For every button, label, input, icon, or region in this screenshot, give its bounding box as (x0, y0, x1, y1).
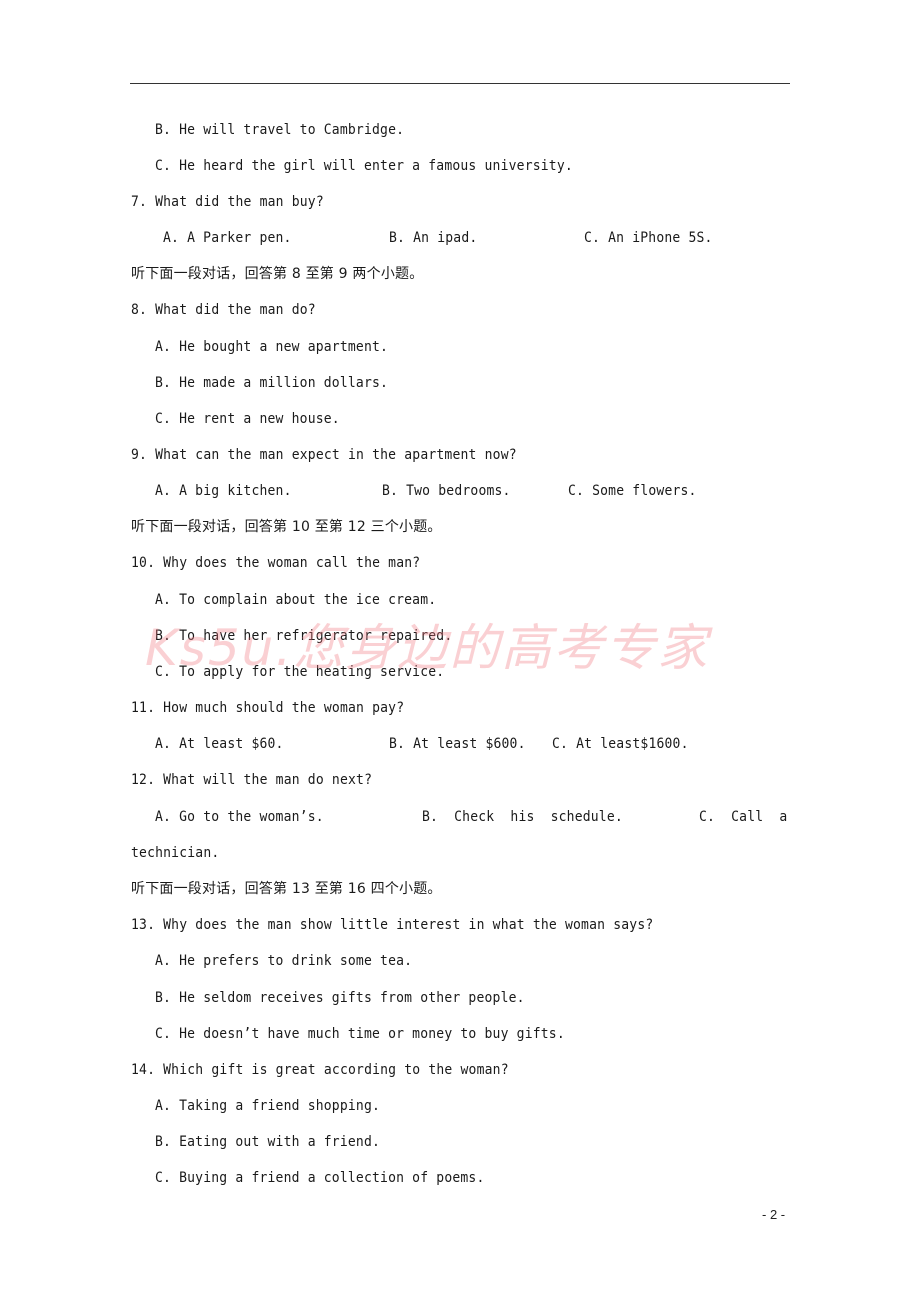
header-rule (130, 83, 790, 84)
q7-option-b: B. An ipad. (389, 230, 478, 246)
q12-option-a: A. Go to the woman’s. (155, 809, 324, 825)
q9-option-b: B. Two bedrooms. (382, 483, 511, 499)
q14-option-b: B. Eating out with a friend. (155, 1134, 381, 1150)
q13-option-b: B. He seldom receives gifts from other p… (155, 990, 525, 1006)
q6-option-c: C. He heard the girl will enter a famous… (155, 158, 573, 174)
q9-option-a: A. A big kitchen. (155, 483, 292, 499)
question-8: 8. What did the man do? (131, 302, 316, 318)
question-7: 7. What did the man buy? (131, 194, 324, 210)
q9-option-c: C. Some flowers. (568, 483, 697, 499)
q10-option-b: B. To have her refrigerator repaired. (155, 628, 453, 644)
q14-option-c: C. Buying a friend a collection of poems… (155, 1170, 485, 1186)
q7-option-c: C. An iPhone 5S. (584, 230, 713, 246)
q13-option-c: C. He doesn’t have much time or money to… (155, 1026, 565, 1042)
question-11: 11. How much should the woman pay? (131, 700, 405, 716)
q7-option-a: A. A Parker pen. (163, 230, 292, 246)
section-instruction-8-9: 听下面一段对话，回答第 8 至第 9 两个小题。 (131, 266, 424, 282)
q8-option-c: C. He rent a new house. (155, 411, 340, 427)
q11-option-b: B. At least $600. (389, 736, 526, 752)
page-number: - 2 - (762, 1207, 786, 1222)
question-13: 13. Why does the man show little interes… (131, 917, 654, 933)
q10-option-a: A. To complain about the ice cream. (155, 592, 437, 608)
q12-option-c-continued: technician. (131, 845, 220, 861)
q10-option-c: C. To apply for the heating service. (155, 664, 445, 680)
q11-option-c: C. At least$1600. (552, 736, 689, 752)
q8-option-a: A. He bought a new apartment. (155, 339, 389, 355)
q11-option-a: A. At least $60. (155, 736, 284, 752)
q14-option-a: A. Taking a friend shopping. (155, 1098, 381, 1114)
q13-option-a: A. He prefers to drink some tea. (155, 953, 413, 969)
section-instruction-10-12: 听下面一段对话，回答第 10 至第 12 三个小题。 (131, 519, 442, 535)
question-14: 14. Which gift is great according to the… (131, 1062, 509, 1078)
q12-option-b: B. Check his schedule. (422, 809, 623, 825)
q6-option-b: B. He will travel to Cambridge. (155, 122, 405, 138)
q8-option-b: B. He made a million dollars. (155, 375, 389, 391)
q12-option-c: C. Call a (699, 809, 788, 825)
section-instruction-13-16: 听下面一段对话，回答第 13 至第 16 四个小题。 (131, 881, 442, 897)
question-9: 9. What can the man expect in the apartm… (131, 447, 517, 463)
question-10: 10. Why does the woman call the man? (131, 555, 421, 571)
question-12: 12. What will the man do next? (131, 772, 373, 788)
